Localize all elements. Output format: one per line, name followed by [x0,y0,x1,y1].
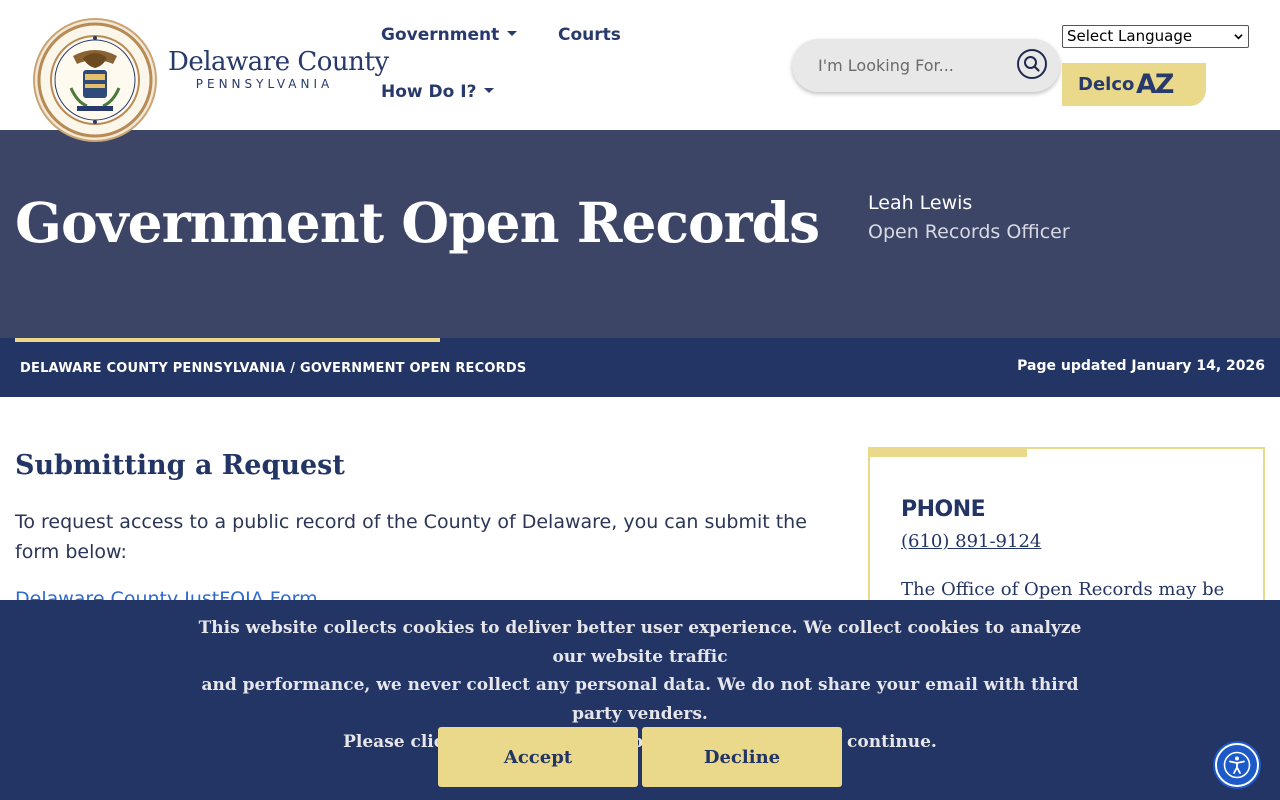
accessibility-icon [1223,751,1251,779]
accessibility-button[interactable] [1215,743,1259,787]
delco-az-button[interactable]: Delco AZ [1062,63,1206,106]
page-title: Government Open Records [15,190,820,255]
contact-card-text: The Office of Open Records may be [901,579,1225,600]
breadcrumb-home[interactable]: DELAWARE COUNTY PENNSYLVANIA [20,361,286,376]
language-select-value: Select Language [1067,27,1193,45]
cookie-message: This website collects cookies to deliver… [190,614,1090,757]
brand-name: Delaware County [168,47,389,77]
cookie-message-line: This website collects cookies to deliver… [198,618,1082,667]
brand-state: PENNSYLVANIA [195,77,334,91]
decline-button[interactable]: Decline [642,727,842,787]
phone-heading: PHONE [901,497,986,522]
chevron-down-icon [1234,34,1243,40]
breadcrumb-separator: / [290,361,296,376]
cookie-message-line: Please click accept or decline button be… [343,732,937,752]
phone-link[interactable]: (610) 891-9124 [901,531,1041,552]
delco-az-label: Delco [1078,74,1135,95]
chevron-down-icon [484,87,495,93]
search-input[interactable] [816,53,996,77]
site-search [792,39,1060,92]
nav-courts[interactable]: Courts [558,25,621,45]
section-title: Submitting a Request [15,450,345,481]
search-icon[interactable] [1016,48,1048,80]
language-select[interactable]: Select Language [1062,25,1249,48]
breadcrumb-bar: DELAWARE COUNTY PENNSYLVANIA / GOVERNMEN… [0,338,1280,397]
a-to-z-logo: AZ [1136,69,1175,100]
nav-government[interactable]: Government [381,25,518,45]
brand-wordmark[interactable]: Delaware County PENNSYLVANIA [168,47,389,91]
page-hero: Government Open Records Leah Lewis Open … [0,130,1280,338]
breadcrumb: DELAWARE COUNTY PENNSYLVANIA / GOVERNMEN… [20,361,526,376]
breadcrumb-accent [15,338,440,342]
page-updated-date: Page updated January 14, 2026 [1017,358,1265,374]
contact-role: Open Records Officer [868,221,1070,243]
breadcrumb-current: GOVERNMENT OPEN RECORDS [299,361,527,376]
contact-card-accent [870,449,1027,457]
chevron-down-icon [507,30,518,36]
nav-how-do-i[interactable]: How Do I? [381,82,495,102]
accept-button[interactable]: Accept [438,727,638,787]
cookie-banner: This website collects cookies to deliver… [0,600,1280,800]
nav-courts-label: Courts [558,25,621,45]
contact-name: Leah Lewis [868,192,973,214]
county-seal-logo[interactable] [33,18,157,142]
site-header: Delaware County PENNSYLVANIA Government … [0,0,1280,142]
cookie-message-line: and performance, we never collect any pe… [201,675,1079,724]
nav-how-do-i-label: How Do I? [381,82,477,102]
request-paragraph: To request access to a public record of … [15,511,807,563]
nav-government-label: Government [381,25,500,45]
